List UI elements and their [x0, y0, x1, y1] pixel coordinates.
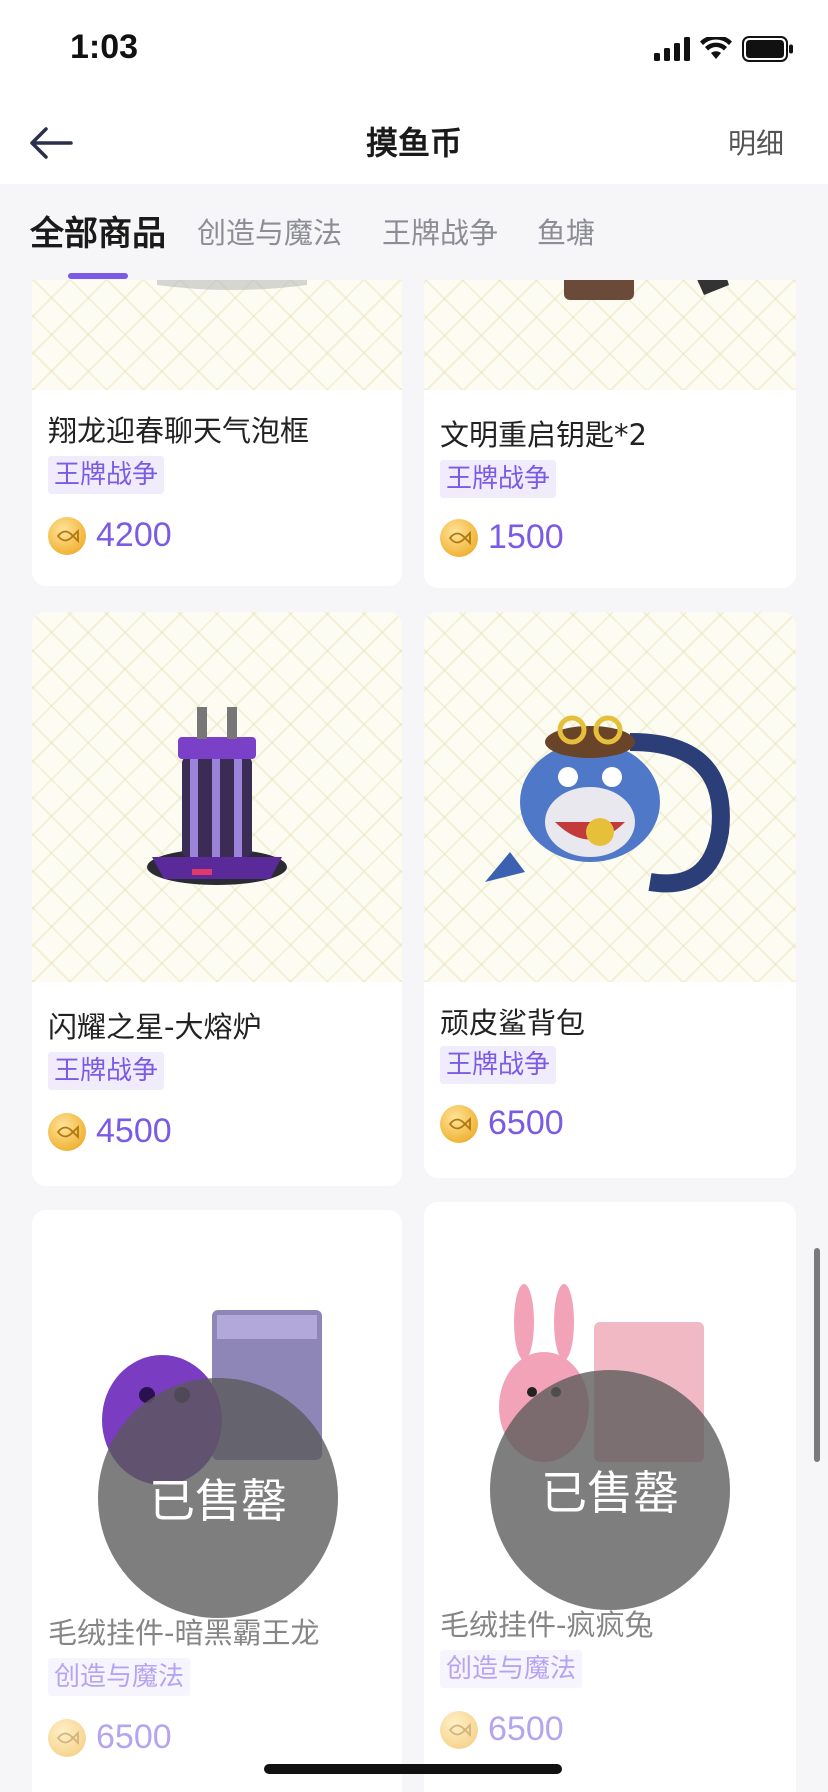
sold-out-overlay: 已售罄 — [98, 1378, 338, 1618]
product-image — [32, 612, 402, 982]
product-card[interactable]: 翔龙迎春聊天气泡框 王牌战争 4200 — [32, 280, 402, 586]
tab-create-and-magic[interactable]: 创造与魔法 — [197, 210, 342, 252]
product-price: 1500 — [488, 518, 564, 556]
tab-all-products[interactable]: 全部商品 — [30, 206, 166, 255]
product-tag: 创造与魔法 — [440, 1650, 583, 1688]
furnace-item-image — [147, 707, 287, 885]
product-image — [424, 612, 796, 982]
product-name: 翔龙迎春聊天气泡框 — [48, 414, 310, 448]
product-card[interactable]: 文明重启钥匙*2 王牌战争 1500 — [424, 280, 796, 588]
product-card[interactable]: 顽皮鲨背包 王牌战争 6500 — [424, 612, 796, 1178]
product-grid: 翔龙迎春聊天气泡框 王牌战争 4200 文明重启钥匙*2 王牌战争 1500 闪… — [0, 280, 828, 1792]
fish-coin-icon — [440, 1710, 478, 1749]
scrollbar[interactable] — [814, 1248, 820, 1462]
status-time: 1:03 — [70, 28, 139, 66]
fish-coin-icon — [440, 1104, 478, 1143]
product-price-row: 6500 — [440, 1710, 564, 1749]
product-tag: 创造与魔法 — [48, 1658, 191, 1696]
wifi-icon — [700, 37, 732, 59]
product-price-row: 6500 — [440, 1104, 564, 1143]
status-icons — [654, 36, 794, 62]
product-price: 6500 — [488, 1104, 564, 1142]
fish-coin-icon — [48, 1112, 86, 1151]
product-name: 毛绒挂件-暗黑霸王龙 — [48, 1616, 320, 1650]
product-price: 4500 — [96, 1112, 172, 1150]
product-price-row: 4200 — [48, 516, 172, 555]
shark-backpack-image — [485, 715, 730, 893]
fish-coin-icon — [48, 1718, 86, 1757]
category-tabs: 全部商品 创造与魔法 王牌战争 鱼塘 — [0, 184, 828, 280]
product-tag: 王牌战争 — [440, 1046, 557, 1084]
product-price: 6500 — [488, 1710, 564, 1748]
sold-out-overlay: 已售罄 — [490, 1370, 730, 1610]
page-title: 摸鱼币 — [365, 124, 462, 162]
product-card[interactable]: 已售罄 毛绒挂件-疯疯兔 创造与魔法 6500 — [424, 1202, 796, 1792]
key-item-image — [564, 280, 729, 300]
product-tag: 王牌战争 — [48, 456, 165, 494]
product-image — [424, 280, 796, 390]
product-name: 闪耀之星-大熔炉 — [48, 1010, 262, 1044]
product-name: 文明重启钥匙*2 — [440, 418, 647, 452]
signal-icon — [654, 37, 690, 61]
product-card[interactable]: 闪耀之星-大熔炉 王牌战争 4500 — [32, 612, 402, 1186]
product-card[interactable]: 已售罄 毛绒挂件-暗黑霸王龙 创造与魔法 6500 — [32, 1210, 402, 1792]
home-indicator[interactable] — [264, 1764, 562, 1774]
tab-ace-war[interactable]: 王牌战争 — [382, 210, 498, 252]
nav-bar: 摸鱼币 明细 — [0, 100, 828, 184]
fish-coin-icon — [48, 516, 86, 555]
chat-bubble-frame-image — [157, 280, 307, 290]
product-price-row: 1500 — [440, 518, 564, 557]
product-price-row: 4500 — [48, 1112, 172, 1151]
product-price: 4200 — [96, 516, 172, 554]
battery-icon — [742, 36, 793, 62]
active-tab-indicator — [68, 273, 128, 279]
detail-button[interactable]: 明细 — [728, 122, 784, 162]
product-name: 顽皮鲨背包 — [440, 1006, 586, 1040]
product-image — [32, 280, 402, 390]
product-name: 毛绒挂件-疯疯兔 — [440, 1608, 654, 1642]
product-tag: 王牌战争 — [48, 1052, 165, 1090]
product-price: 6500 — [96, 1718, 172, 1756]
product-price-row: 6500 — [48, 1718, 172, 1757]
status-bar: 1:03 — [0, 0, 828, 100]
fish-coin-icon — [440, 518, 478, 557]
tab-fish-pond[interactable]: 鱼塘 — [537, 210, 595, 252]
product-tag: 王牌战争 — [440, 460, 557, 498]
